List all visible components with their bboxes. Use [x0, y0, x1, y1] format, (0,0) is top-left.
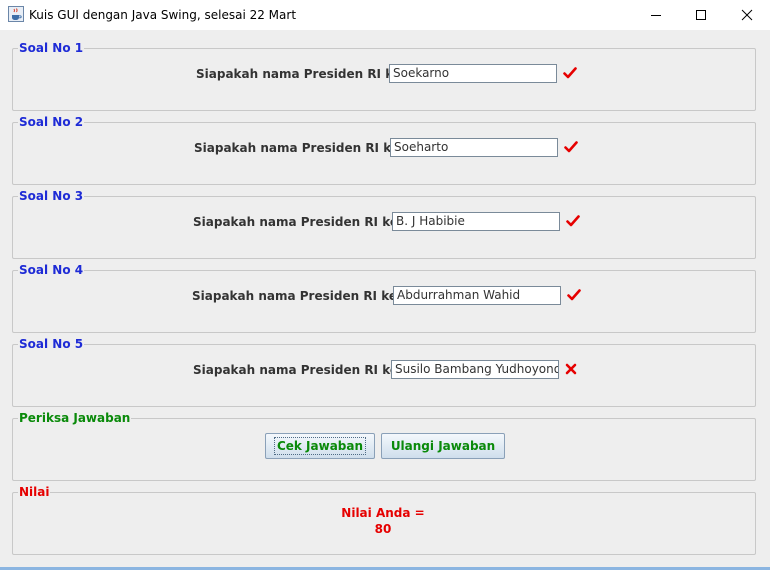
question-legend-2: Soal No 2: [19, 115, 84, 129]
checkmark-icon: [566, 215, 580, 227]
window-title: Kuis GUI dengan Java Swing, selesai 22 M…: [29, 8, 297, 22]
question-prompt-4: Siapakah nama Presiden RI ke IV ?: [192, 289, 427, 303]
checkmark-icon: [563, 67, 577, 79]
minimize-button[interactable]: [633, 0, 679, 30]
question-legend-4: Soal No 4: [19, 263, 84, 277]
checkmark-icon: [567, 289, 581, 301]
checkmark-icon: [564, 141, 578, 153]
answer-field-3[interactable]: B. J Habibie: [392, 212, 560, 231]
score-label: Nilai Anda =: [341, 506, 425, 520]
question-legend-3: Soal No 3: [19, 189, 84, 203]
question-legend-5: Soal No 5: [19, 337, 84, 351]
java-cup-icon: [8, 6, 24, 22]
answer-field-4[interactable]: Abdurrahman Wahid: [393, 286, 561, 305]
cross-icon: [565, 363, 577, 375]
score-legend: Nilai: [19, 485, 50, 499]
answer-field-1[interactable]: Soekarno: [389, 64, 557, 83]
score-panel: Nilai: [12, 485, 756, 555]
answer-field-5[interactable]: Susilo Bambang Yudhoyono: [391, 360, 559, 379]
close-button[interactable]: [724, 0, 770, 30]
minimize-icon: [651, 15, 661, 16]
maximize-button[interactable]: [678, 0, 724, 30]
check-legend: Periksa Jawaban: [19, 411, 131, 425]
question-prompt-1: Siapakah nama Presiden RI ke I ?: [196, 67, 421, 81]
reset-answer-button[interactable]: Ulangi Jawaban: [381, 433, 505, 459]
reset-answer-label: Ulangi Jawaban: [390, 439, 496, 453]
close-icon: [741, 9, 753, 21]
question-legend-1: Soal No 1: [19, 41, 84, 55]
question-prompt-2: Siapakah nama Presiden RI ke II ?: [194, 141, 424, 155]
title-bar: Kuis GUI dengan Java Swing, selesai 22 M…: [0, 0, 770, 31]
check-answer-label: Cek Jawaban: [273, 437, 367, 455]
answer-field-2[interactable]: Soeharto: [390, 138, 558, 157]
question-prompt-5: Siapakah nama Presiden RI ke V ?: [193, 363, 423, 377]
maximize-icon: [696, 10, 706, 20]
check-answer-button[interactable]: Cek Jawaban: [265, 433, 375, 459]
score-value: 80: [374, 522, 392, 536]
